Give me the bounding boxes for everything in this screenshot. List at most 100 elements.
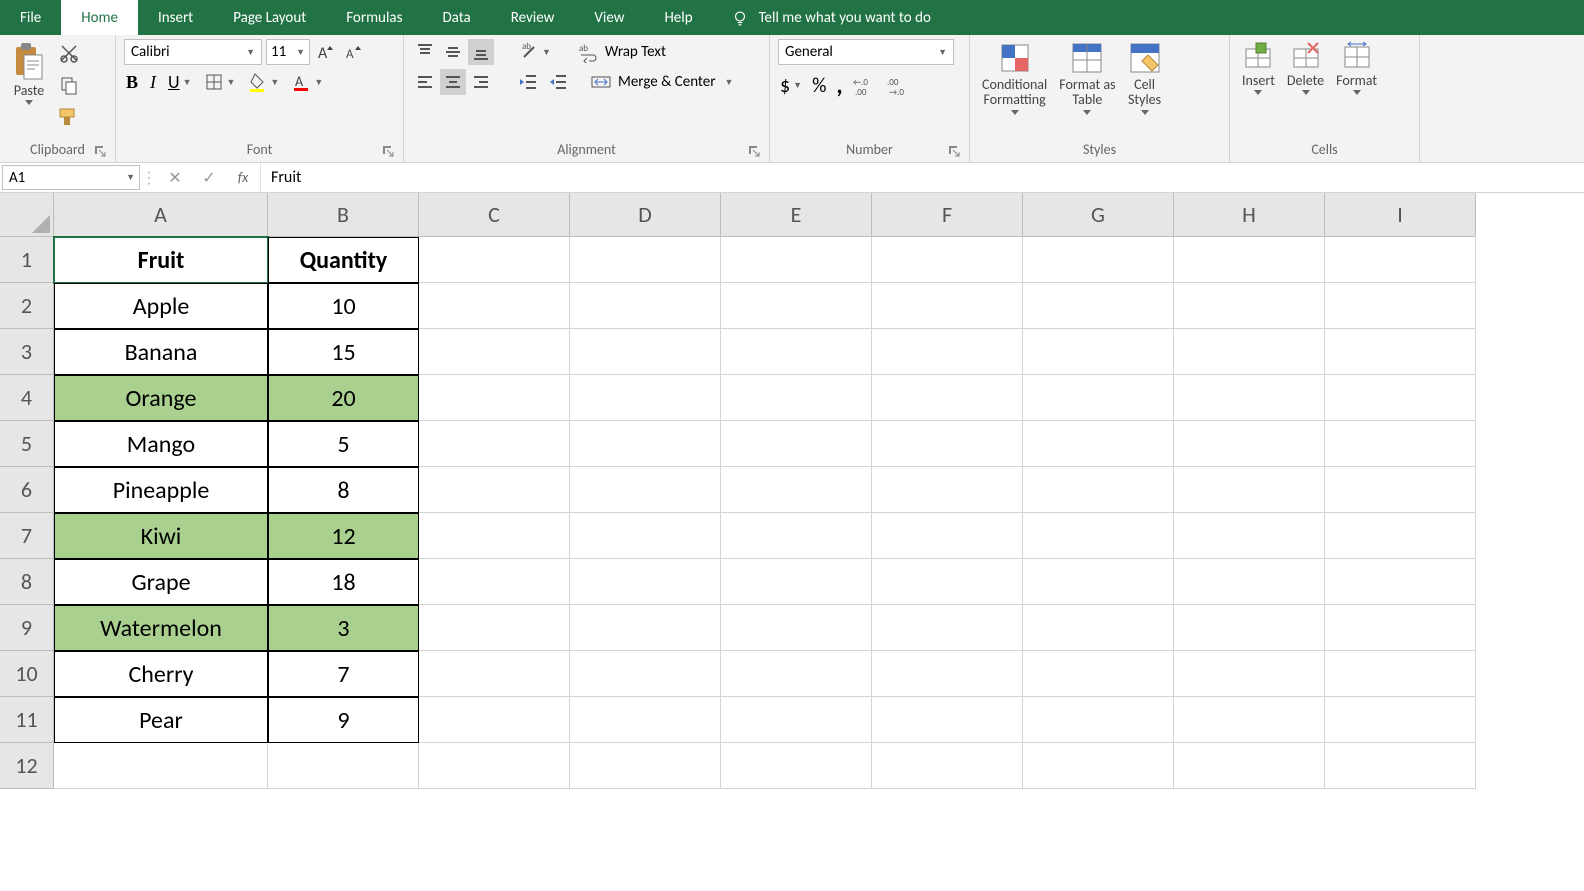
cell-A11[interactable]: Pear — [54, 697, 268, 743]
cell-I3[interactable] — [1325, 329, 1476, 375]
tab-data[interactable]: Data — [422, 0, 490, 35]
cell-I12[interactable] — [1325, 743, 1476, 789]
column-header-G[interactable]: G — [1023, 193, 1174, 237]
cell-H12[interactable] — [1174, 743, 1325, 789]
row-header-6[interactable]: 6 — [0, 467, 54, 513]
cell-D3[interactable] — [570, 329, 721, 375]
cell-B3[interactable]: 15 — [268, 329, 419, 375]
cell-I5[interactable] — [1325, 421, 1476, 467]
cell-E4[interactable] — [721, 375, 872, 421]
column-header-E[interactable]: E — [721, 193, 872, 237]
cell-B8[interactable]: 18 — [268, 559, 419, 605]
cell-G9[interactable] — [1023, 605, 1174, 651]
cell-H4[interactable] — [1174, 375, 1325, 421]
delete-cells-button[interactable]: Delete — [1283, 39, 1328, 97]
column-header-I[interactable]: I — [1325, 193, 1476, 237]
column-header-F[interactable]: F — [872, 193, 1023, 237]
cell-F4[interactable] — [872, 375, 1023, 421]
accept-formula-button[interactable]: ✓ — [192, 163, 226, 192]
cell-C3[interactable] — [419, 329, 570, 375]
row-header-12[interactable]: 12 — [0, 743, 54, 789]
conditional-formatting-button[interactable]: Conditional Formatting — [978, 39, 1051, 117]
cell-I1[interactable] — [1325, 237, 1476, 283]
cell-C10[interactable] — [419, 651, 570, 697]
italic-button[interactable]: I — [148, 70, 158, 95]
number-launcher[interactable] — [947, 144, 961, 158]
alignment-launcher[interactable] — [747, 144, 761, 158]
row-header-11[interactable]: 11 — [0, 697, 54, 743]
cell-C4[interactable] — [419, 375, 570, 421]
align-center-button[interactable] — [440, 69, 466, 95]
column-header-C[interactable]: C — [419, 193, 570, 237]
cell-A5[interactable]: Mango — [54, 421, 268, 467]
cell-A7[interactable]: Kiwi — [54, 513, 268, 559]
tab-insert[interactable]: Insert — [138, 0, 213, 35]
cell-C6[interactable] — [419, 467, 570, 513]
copy-button[interactable] — [56, 73, 82, 97]
cell-G7[interactable] — [1023, 513, 1174, 559]
cell-B1[interactable]: Quantity — [268, 237, 419, 283]
font-launcher[interactable] — [381, 144, 395, 158]
fill-color-button[interactable]: ▼ — [245, 70, 281, 94]
align-left-button[interactable] — [412, 69, 438, 95]
cell-E2[interactable] — [721, 283, 872, 329]
cell-E9[interactable] — [721, 605, 872, 651]
cell-I11[interactable] — [1325, 697, 1476, 743]
cell-B2[interactable]: 10 — [268, 283, 419, 329]
decrease-font-button[interactable]: A — [342, 40, 366, 64]
cell-A3[interactable]: Banana — [54, 329, 268, 375]
cell-B10[interactable]: 7 — [268, 651, 419, 697]
cancel-formula-button[interactable]: ✕ — [158, 163, 192, 192]
wrap-text-button[interactable]: abWrap Text — [575, 39, 668, 65]
tell-me-search[interactable]: Tell me what you want to do — [713, 0, 949, 35]
merge-center-button[interactable]: Merge & Center▼ — [588, 69, 735, 95]
insert-function-button[interactable]: fx — [226, 163, 260, 192]
cell-H6[interactable] — [1174, 467, 1325, 513]
cell-F2[interactable] — [872, 283, 1023, 329]
tab-review[interactable]: Review — [491, 0, 575, 35]
cell-A4[interactable]: Orange — [54, 375, 268, 421]
cell-B4[interactable]: 20 — [268, 375, 419, 421]
cell-B7[interactable]: 12 — [268, 513, 419, 559]
align-bottom-button[interactable] — [468, 39, 494, 65]
row-header-5[interactable]: 5 — [0, 421, 54, 467]
cell-E5[interactable] — [721, 421, 872, 467]
cell-F10[interactable] — [872, 651, 1023, 697]
cell-B11[interactable]: 9 — [268, 697, 419, 743]
cell-G12[interactable] — [1023, 743, 1174, 789]
cell-B6[interactable]: 8 — [268, 467, 419, 513]
cell-F3[interactable] — [872, 329, 1023, 375]
cell-F5[interactable] — [872, 421, 1023, 467]
cell-A10[interactable]: Cherry — [54, 651, 268, 697]
cell-F6[interactable] — [872, 467, 1023, 513]
cell-C7[interactable] — [419, 513, 570, 559]
font-size-select[interactable]: 11▼ — [266, 39, 310, 65]
format-cells-button[interactable]: Format — [1332, 39, 1381, 97]
cell-H3[interactable] — [1174, 329, 1325, 375]
number-format-select[interactable]: General▼ — [778, 39, 954, 65]
cell-H1[interactable] — [1174, 237, 1325, 283]
cell-E10[interactable] — [721, 651, 872, 697]
cell-E7[interactable] — [721, 513, 872, 559]
cell-F8[interactable] — [872, 559, 1023, 605]
column-header-D[interactable]: D — [570, 193, 721, 237]
row-header-9[interactable]: 9 — [0, 605, 54, 651]
increase-font-button[interactable]: A — [314, 40, 338, 64]
align-right-button[interactable] — [468, 69, 494, 95]
cell-F11[interactable] — [872, 697, 1023, 743]
cell-D9[interactable] — [570, 605, 721, 651]
tab-help[interactable]: Help — [644, 0, 712, 35]
cell-G8[interactable] — [1023, 559, 1174, 605]
tab-home[interactable]: Home — [61, 0, 138, 35]
cell-A8[interactable]: Grape — [54, 559, 268, 605]
cell-B12[interactable] — [268, 743, 419, 789]
cell-C8[interactable] — [419, 559, 570, 605]
cell-B9[interactable]: 3 — [268, 605, 419, 651]
tab-view[interactable]: View — [574, 0, 644, 35]
cell-D6[interactable] — [570, 467, 721, 513]
cell-D10[interactable] — [570, 651, 721, 697]
comma-format-button[interactable]: , — [834, 69, 844, 102]
decrease-decimal-button[interactable]: .00→.0 — [885, 73, 913, 99]
cell-E6[interactable] — [721, 467, 872, 513]
row-header-10[interactable]: 10 — [0, 651, 54, 697]
